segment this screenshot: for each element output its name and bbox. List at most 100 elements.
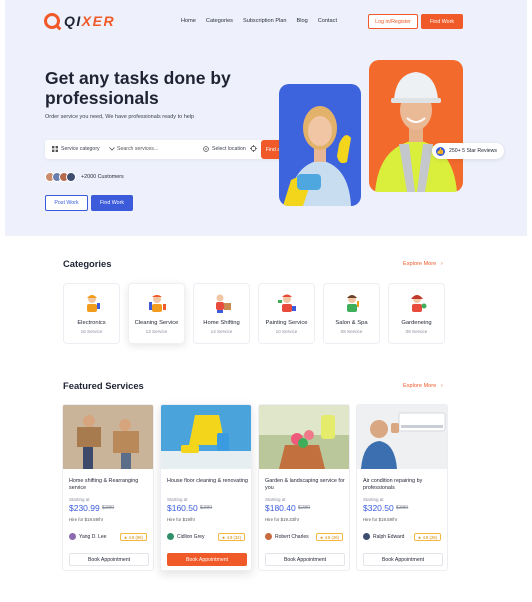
rating-value: 4.8 (86) [128,534,143,540]
service-image-ac-repair [357,405,447,469]
category-count: 08 Service [340,329,363,334]
featured-title: Featured Services [63,380,144,391]
featured-explore-more-link[interactable]: Explore More › [403,383,443,389]
category-count: 10 Service [275,329,298,334]
provider-name: Robert Charles [275,533,309,540]
categories-list: Electronics 16 Service Cleaning Service … [63,283,445,344]
service-title: Home shifting & Rearranging service [69,478,139,491]
service-card[interactable]: Home shifting & Rearranging service Star… [62,404,154,571]
explore-more-label: Explore More [403,261,437,267]
main-nav: Home Categories Subscription Plan Blog C… [181,18,337,24]
category-count: 08 Service [405,329,428,334]
service-category-label: Service category [61,146,100,152]
category-card-painting[interactable]: Painting Service 10 Service [258,283,315,344]
avatar [363,533,370,540]
search-input[interactable]: Search services... [117,146,158,152]
customers-row: +2000 Customers [45,172,124,182]
service-title: Garden & landscaping service for you [265,478,345,491]
provider: Ralph Edward [363,533,404,540]
hero-title: Get any tasks done by professionals [45,68,231,108]
header-find-work-button[interactable]: Find Work [421,14,463,29]
service-image-gardening [259,405,349,469]
search-bar: Service category Search services... Sele… [45,140,315,159]
service-image-cleaning [161,405,251,469]
starting-at-label: Starting at [69,497,90,502]
avatar [66,172,76,182]
provider-name: Yang D. Lee [79,533,107,540]
book-appointment-button[interactable]: Book Appointment [69,553,149,566]
category-card-gardening[interactable]: Gardeneing 08 Service [388,283,445,344]
hero-subtitle: Order service you need, We have professi… [45,114,195,120]
category-card-cleaning[interactable]: Cleaning Service 13 Service [128,283,185,344]
nav-contact[interactable]: Contact [318,18,337,24]
star-icon: ★ [123,534,128,540]
login-register-button[interactable]: Log in/Register [368,14,418,29]
nav-home[interactable]: Home [181,18,196,24]
service-title: House floor cleaning & renovating [167,478,248,484]
book-appointment-button[interactable]: Book Appointment [167,553,247,566]
customer-avatars [45,172,76,182]
starting-at-label: Starting at [265,497,286,502]
nav-categories[interactable]: Categories [206,18,233,24]
provider-name: Cidlion Grey [177,533,205,540]
provider-name: Ralph Edward [373,533,405,540]
location-pin-icon [203,146,209,152]
nav-subscription[interactable]: Subscription Plan [243,18,287,24]
location-label: Select location [212,146,246,152]
service-old-price: $380 [396,505,409,511]
stylist-icon [346,295,359,312]
brand-name-a: QI [64,13,82,29]
hero-photo-worker [369,60,463,192]
category-name: Electronics [77,320,106,326]
rating-value: 4.9 (32) [226,534,241,540]
reviews-label: 250+ 5 Star Reviews [449,148,498,154]
nav-blog[interactable]: Blog [297,18,308,24]
category-name: Painting Service [265,320,308,326]
category-name: Cleaning Service [134,320,179,326]
categories-title: Categories [63,258,112,269]
category-card-home-shifting[interactable]: Home Shifting 14 Service [193,283,250,344]
starting-at-label: Starting at [363,497,384,502]
category-name: Salon & Spa [335,320,368,326]
reviews-badge: 👍 250+ 5 Star Reviews [432,143,504,159]
brand-logo[interactable]: QIXER [44,13,115,29]
cleaner-icon [148,295,166,312]
brand-name-b: XER [81,13,116,29]
provider: Cidlion Grey [167,533,205,540]
service-title: Air condition repairing by professionals [363,478,423,491]
hire-rate: Hire for $19.59/hr [69,517,104,522]
categories-explore-more-link[interactable]: Explore More › [403,261,443,267]
post-work-button[interactable]: Post Work [45,195,88,211]
service-category-select[interactable]: Service category [52,146,115,152]
star-icon: ★ [221,534,226,540]
rating-badge: ★ 4.8 (28) [413,533,441,541]
service-price: $160.50 [167,503,198,513]
category-name: Gardeneing [401,320,432,326]
avatar [167,533,174,540]
gardener-icon [410,295,426,312]
service-card[interactable]: Air condition repairing by professionals… [356,404,448,571]
service-card[interactable]: Garden & landscaping service for you Sta… [258,404,350,571]
rating-badge: ★ 4.8 (86) [119,533,147,541]
category-card-salon[interactable]: Salon & Spa 08 Service [323,283,380,344]
book-appointment-button[interactable]: Book Appointment [265,553,345,566]
rating-badge: ★ 4.8 (26) [315,533,343,541]
service-card[interactable]: House floor cleaning & renovating Starti… [160,404,252,571]
chevron-right-icon: › [440,261,443,267]
service-price: $320.50 [363,503,394,513]
thumbs-up-icon: 👍 [436,146,445,156]
electrician-icon [86,295,100,312]
hire-rate: Hire for $19.59/hr [363,517,398,522]
chevron-down-icon [108,147,115,151]
book-appointment-button[interactable]: Book Appointment [363,553,443,566]
target-icon[interactable] [250,145,257,154]
provider: Yang D. Lee [69,533,106,540]
category-card-electronics[interactable]: Electronics 16 Service [63,283,120,344]
mover-icon [215,294,231,313]
starting-at-label: Starting at [167,497,188,502]
location-select[interactable]: Select location [203,146,246,152]
rating-value: 4.8 (28) [422,534,437,540]
hero-find-work-button[interactable]: Find Work [91,195,133,211]
hire-rate: Hire for $19.33/hr [265,517,300,522]
explore-more-label: Explore More [403,383,437,389]
